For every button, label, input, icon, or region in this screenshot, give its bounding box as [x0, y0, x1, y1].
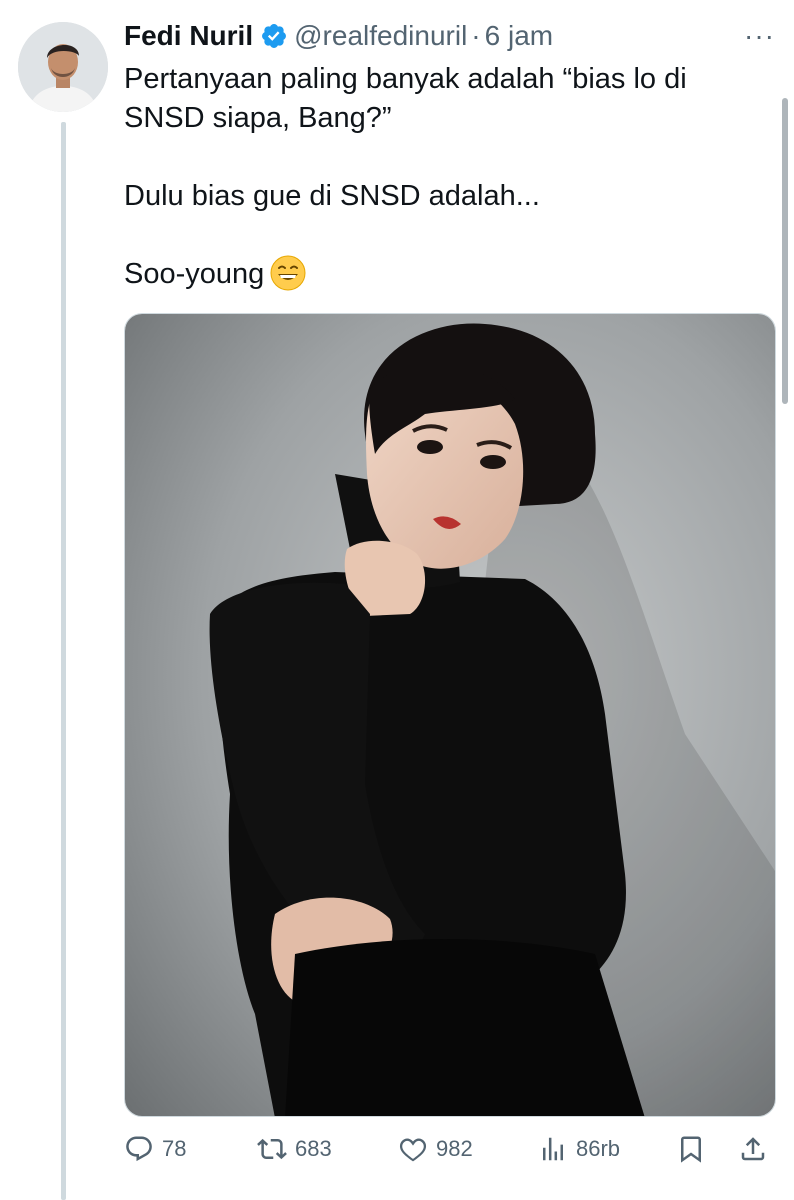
bookmark-icon	[681, 1136, 701, 1163]
avatar[interactable]	[18, 22, 108, 112]
like-button[interactable]: 982	[398, 1134, 473, 1164]
author-handle[interactable]: @realfedinuril	[294, 20, 467, 52]
grinning-face-emoji-icon	[270, 255, 306, 291]
share-button[interactable]	[738, 1134, 776, 1164]
repost-icon	[257, 1138, 287, 1160]
repost-count: 683	[295, 1136, 332, 1161]
tweet-actions: 78 683 982 86rb	[124, 1134, 776, 1174]
thread-line	[61, 122, 66, 1200]
tweet-time[interactable]: 6 jam	[485, 20, 553, 52]
tweet-text-line: Dulu bias gue di SNSD adalah...	[124, 180, 540, 212]
tweet-photo[interactable]	[124, 313, 776, 1117]
views-icon	[543, 1137, 563, 1161]
tweet-text: Pertanyaan paling banyak adalah “bias lo…	[124, 60, 744, 294]
like-count: 982	[436, 1136, 473, 1161]
views-count: 86rb	[576, 1136, 621, 1161]
verified-badge-icon	[260, 22, 288, 50]
like-icon	[399, 1138, 427, 1162]
share-icon	[741, 1137, 765, 1161]
reply-count: 78	[162, 1136, 187, 1161]
bookmark-button[interactable]	[676, 1134, 714, 1164]
reply-icon	[126, 1136, 152, 1162]
separator-dot: ·	[471, 20, 481, 51]
views-button[interactable]: 86rb	[538, 1134, 620, 1164]
tweet-text-line: Pertanyaan paling banyak adalah “bias lo…	[124, 63, 687, 134]
repost-button[interactable]: 683	[257, 1134, 332, 1164]
tweet-header: Fedi Nuril @realfedinuril · 6 jam	[124, 18, 553, 54]
tweet-text-soo-young: Soo-young	[124, 258, 265, 290]
more-icon[interactable]: ···	[744, 22, 775, 50]
tweet-text-line: Soo-young	[124, 255, 744, 294]
reply-button[interactable]: 78	[124, 1134, 186, 1164]
scrollbar[interactable]	[782, 98, 788, 404]
author-name[interactable]: Fedi Nuril	[124, 20, 253, 52]
